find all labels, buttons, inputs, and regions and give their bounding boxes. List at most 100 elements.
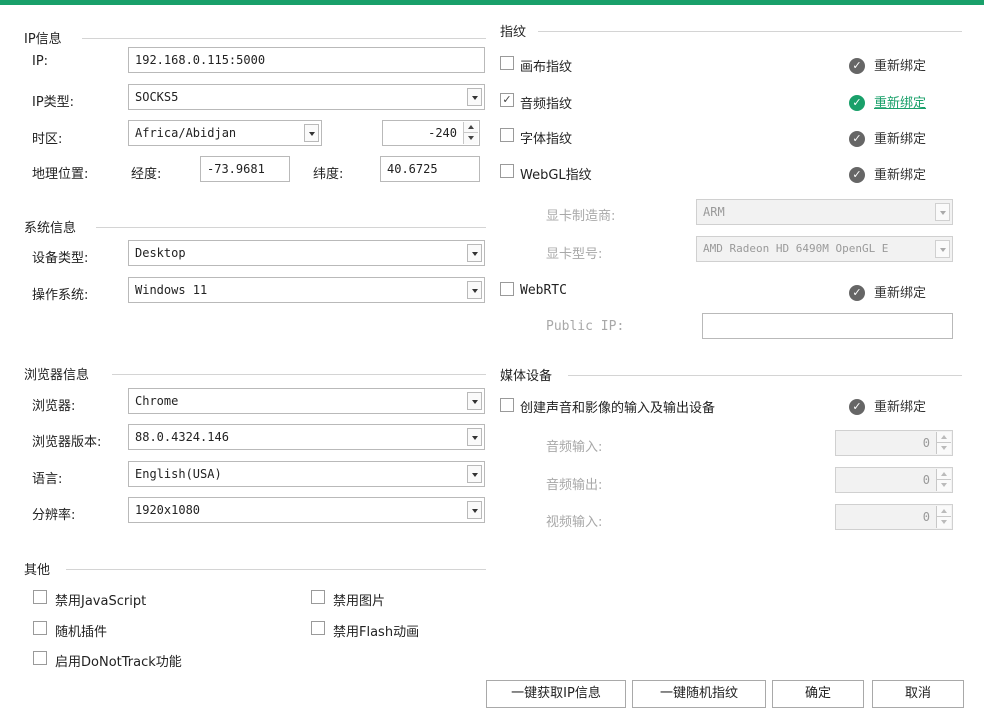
browser-label: 浏览器: [32, 399, 76, 414]
audio-in-value: 0 [922, 436, 930, 450]
latitude-label: 纬度: [313, 167, 344, 182]
chevron-down-icon[interactable] [304, 124, 319, 142]
random-plugins-checkbox[interactable] [33, 621, 47, 635]
timezone-value: Africa/Abidjan [135, 126, 237, 140]
check-circle-icon: ✓ [849, 130, 865, 147]
public-ip-input[interactable] [702, 313, 953, 339]
cancel-button[interactable]: 取消 [872, 680, 964, 708]
ip-input[interactable]: 192.168.0.115:5000 [128, 47, 485, 73]
gpu-model-select[interactable]: AMD Radeon HD 6490M OpenGL E [696, 236, 953, 262]
chevron-down-icon[interactable] [935, 240, 950, 258]
language-label: 语言: [32, 472, 63, 487]
section-divider [538, 31, 962, 32]
spinner-icon[interactable] [463, 122, 478, 144]
chevron-down-icon[interactable] [467, 281, 482, 299]
spinner-icon[interactable] [936, 506, 951, 528]
audio-out-stepper[interactable]: 0 [835, 467, 953, 493]
enable-dnt-checkbox[interactable] [33, 651, 47, 665]
webrtc-checkbox[interactable] [500, 282, 514, 296]
resolution-select[interactable]: 1920x1080 [128, 497, 485, 523]
os-label: 操作系统: [32, 288, 89, 303]
public-ip-label: Public IP: [546, 319, 625, 334]
browser-version-select[interactable]: 88.0.4324.146 [128, 424, 485, 450]
check-circle-icon: ✓ [849, 398, 865, 415]
ip-type-select[interactable]: SOCKS5 [128, 84, 485, 110]
chevron-down-icon[interactable] [467, 88, 482, 106]
rebind-label: 重新绑定 [874, 59, 927, 74]
timezone-offset-stepper[interactable]: -240 [382, 120, 480, 146]
chevron-down-icon[interactable] [467, 244, 482, 262]
disable-js-checkbox[interactable] [33, 590, 47, 604]
timezone-label: 时区: [32, 132, 63, 147]
browser-version-label: 浏览器版本: [32, 435, 102, 450]
check-circle-icon: ✓ [849, 284, 865, 301]
chevron-down-icon[interactable] [467, 465, 482, 483]
gpu-vendor-label: 显卡制造商: [546, 209, 616, 224]
canvas-rebind-button[interactable]: ✓ 重新绑定 [849, 55, 926, 75]
disable-images-checkbox[interactable] [311, 590, 325, 604]
device-type-label: 设备类型: [32, 251, 89, 266]
resolution-label: 分辨率: [32, 508, 76, 523]
check-circle-icon: ✓ [849, 57, 865, 74]
language-select[interactable]: English(USA) [128, 461, 485, 487]
gpu-vendor-select[interactable]: ARM [696, 199, 953, 225]
check-circle-icon: ✓ [849, 94, 865, 111]
browser-section-title: 浏览器信息 [24, 364, 94, 383]
chevron-down-icon[interactable] [467, 501, 482, 519]
font-fp-checkbox[interactable] [500, 128, 514, 142]
audio-rebind-button[interactable]: ✓ 重新绑定 [849, 92, 926, 112]
latitude-input[interactable]: 40.6725 [380, 156, 480, 182]
audio-out-value: 0 [922, 473, 930, 487]
system-section-title: 系统信息 [24, 217, 81, 236]
browser-value: Chrome [135, 394, 179, 408]
fingerprint-section-title: 指纹 [500, 21, 531, 40]
timezone-select[interactable]: Africa/Abidjan [128, 120, 322, 146]
enable-dnt-label: 启用DoNotTrack功能 [55, 655, 182, 670]
create-devices-label: 创建声音和影像的输入及输出设备 [520, 401, 716, 416]
device-type-select[interactable]: Desktop [128, 240, 485, 266]
canvas-fp-label: 画布指纹 [520, 60, 573, 75]
longitude-label: 经度: [131, 167, 162, 182]
fetch-ip-button[interactable]: 一键获取IP信息 [486, 680, 626, 708]
chevron-down-icon[interactable] [467, 392, 482, 410]
os-value: Windows 11 [135, 283, 208, 297]
webgl-fp-label: WebGL指纹 [520, 168, 592, 183]
other-section-title: 其他 [24, 559, 55, 578]
disable-flash-checkbox[interactable] [311, 621, 325, 635]
video-in-label: 视频输入: [546, 515, 603, 530]
spinner-icon[interactable] [936, 432, 951, 454]
os-select[interactable]: Windows 11 [128, 277, 485, 303]
disable-flash-label: 禁用Flash动画 [333, 625, 420, 640]
webrtc-label: WebRTC [520, 283, 567, 298]
media-rebind-button[interactable]: ✓ 重新绑定 [849, 396, 926, 416]
create-devices-checkbox[interactable] [500, 398, 514, 412]
rebind-label: 重新绑定 [874, 96, 927, 111]
font-rebind-button[interactable]: ✓ 重新绑定 [849, 128, 926, 148]
spinner-icon[interactable] [936, 469, 951, 491]
webgl-fp-checkbox[interactable] [500, 164, 514, 178]
gpu-model-label: 显卡型号: [546, 247, 603, 262]
longitude-input[interactable]: -73.9681 [200, 156, 290, 182]
confirm-button[interactable]: 确定 [772, 680, 864, 708]
ip-label: IP: [32, 54, 49, 69]
accent-top-bar [0, 0, 984, 5]
random-plugins-label: 随机插件 [55, 625, 108, 640]
rebind-label: 重新绑定 [874, 400, 927, 415]
browser-select[interactable]: Chrome [128, 388, 485, 414]
canvas-fp-checkbox[interactable] [500, 56, 514, 70]
audio-in-stepper[interactable]: 0 [835, 430, 953, 456]
browser-version-value: 88.0.4324.146 [135, 430, 229, 444]
section-divider [568, 375, 962, 376]
video-in-stepper[interactable]: 0 [835, 504, 953, 530]
rebind-label: 重新绑定 [874, 286, 927, 301]
audio-fp-checkbox[interactable]: ✓ [500, 93, 514, 107]
device-type-value: Desktop [135, 246, 186, 260]
webgl-rebind-button[interactable]: ✓ 重新绑定 [849, 164, 926, 184]
chevron-down-icon[interactable] [935, 203, 950, 221]
random-fingerprint-button[interactable]: 一键随机指纹 [632, 680, 766, 708]
ip-type-value: SOCKS5 [135, 90, 179, 104]
section-divider [66, 569, 486, 570]
location-label: 地理位置: [32, 167, 89, 182]
chevron-down-icon[interactable] [467, 428, 482, 446]
webrtc-rebind-button[interactable]: ✓ 重新绑定 [849, 282, 926, 302]
